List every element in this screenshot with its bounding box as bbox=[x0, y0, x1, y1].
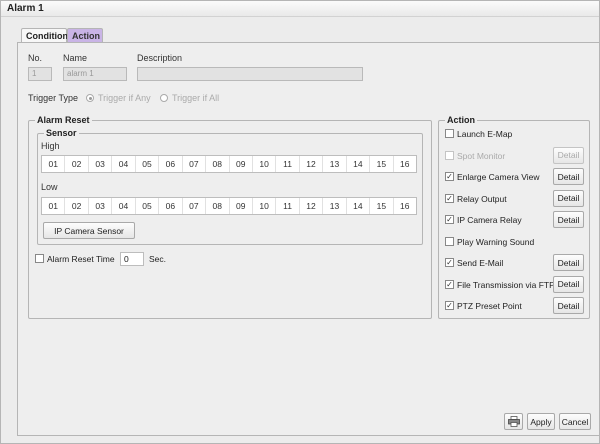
action-label-6: Play Warning Sound bbox=[457, 236, 535, 247]
high-sensor-12[interactable]: 12 bbox=[300, 156, 324, 172]
apply-button[interactable]: Apply bbox=[527, 413, 555, 430]
low-sensor-3[interactable]: 03 bbox=[89, 198, 113, 214]
tab-condition[interactable]: Condition bbox=[21, 28, 68, 43]
action-label-1: Launch E-Map bbox=[457, 129, 513, 139]
high-label: High bbox=[41, 141, 60, 151]
low-sensor-6[interactable]: 06 bbox=[159, 198, 183, 214]
low-sensor-1[interactable]: 01 bbox=[42, 198, 66, 214]
ip-camera-sensor-button[interactable]: IP Camera Sensor bbox=[43, 222, 135, 239]
printer-icon[interactable] bbox=[504, 413, 523, 430]
high-sensor-2[interactable]: 02 bbox=[65, 156, 89, 172]
low-sensor-2[interactable]: 02 bbox=[65, 198, 89, 214]
alarm-reset-time-unit: Sec. bbox=[149, 254, 167, 264]
action-label-4: Relay Output bbox=[457, 193, 507, 204]
low-sensor-12[interactable]: 12 bbox=[300, 198, 324, 214]
low-sensor-9[interactable]: 09 bbox=[230, 198, 253, 214]
action-label-7: Send E-Mail bbox=[457, 258, 504, 268]
detail-button-4[interactable]: Detail bbox=[553, 189, 584, 207]
detail-button-7[interactable]: Detail bbox=[553, 254, 584, 271]
action-checkbox-5[interactable]: ✓ bbox=[445, 215, 454, 224]
action-group: Action Launch E-Map Spot Monitor Detail ✓ En… bbox=[438, 115, 590, 319]
action-checkbox-1[interactable] bbox=[445, 129, 454, 138]
low-sensor-14[interactable]: 14 bbox=[347, 198, 371, 214]
high-sensor-3[interactable]: 03 bbox=[89, 156, 113, 172]
alarm-reset-time-input[interactable]: 0 bbox=[120, 252, 144, 266]
low-sensor-8[interactable]: 08 bbox=[206, 198, 230, 214]
high-sensor-7[interactable]: 07 bbox=[183, 156, 207, 172]
action-label-8: File Transmission via FTP bbox=[457, 279, 555, 290]
sensor-group: Sensor High 01 02 03 04 05 06 07 08 09 10 11 12 13 14… bbox=[37, 128, 423, 245]
low-label: Low bbox=[41, 182, 58, 192]
detail-button-3[interactable]: Detail bbox=[553, 168, 584, 185]
low-sensor-10[interactable]: 10 bbox=[253, 198, 277, 214]
low-sensor-11[interactable]: 11 bbox=[276, 198, 300, 214]
sensor-title: Sensor bbox=[44, 128, 79, 138]
trigger-all-radio[interactable] bbox=[160, 94, 168, 102]
description-field[interactable] bbox=[137, 67, 363, 81]
high-sensor-8[interactable]: 08 bbox=[206, 156, 230, 172]
action-label-2: Spot Monitor bbox=[457, 150, 506, 161]
tab-action[interactable]: Action bbox=[67, 28, 103, 43]
high-sensor-11[interactable]: 11 bbox=[276, 156, 300, 172]
low-sensor-13[interactable]: 13 bbox=[323, 198, 347, 214]
cancel-button[interactable]: Cancel bbox=[559, 413, 591, 430]
action-label-5: IP Camera Relay bbox=[457, 215, 522, 225]
detail-button-9[interactable]: Detail bbox=[553, 297, 584, 314]
alarm-reset-time-checkbox[interactable] bbox=[35, 254, 44, 263]
action-checkbox-2[interactable] bbox=[445, 150, 454, 160]
alarm-window: Alarm 1 Condition Action No. 1 Name alar… bbox=[0, 0, 600, 444]
printer-icon-glyph bbox=[507, 416, 520, 427]
action-checkbox-9[interactable]: ✓ bbox=[445, 301, 454, 310]
trigger-all-label: Trigger if All bbox=[172, 93, 220, 103]
window-title: Alarm 1 bbox=[7, 3, 44, 14]
high-sensor-1[interactable]: 01 bbox=[42, 156, 66, 172]
tab-panel: No. 1 Name alarm 1 Description Trigger T… bbox=[17, 42, 600, 436]
action-title: Action bbox=[445, 115, 477, 125]
trigger-any-radio[interactable] bbox=[86, 94, 94, 102]
action-checkbox-7[interactable]: ✓ bbox=[445, 258, 454, 267]
alarm-reset-time-label: Alarm Reset Time bbox=[47, 254, 115, 264]
high-sensor-5[interactable]: 05 bbox=[136, 156, 160, 172]
high-sensor-6[interactable]: 06 bbox=[159, 156, 183, 172]
low-sensor-4[interactable]: 04 bbox=[112, 198, 136, 214]
action-checkbox-6[interactable] bbox=[445, 236, 454, 246]
high-sensor-16[interactable]: 16 bbox=[394, 156, 416, 172]
high-sensor-4[interactable]: 04 bbox=[112, 156, 136, 172]
high-sensor-15[interactable]: 15 bbox=[370, 156, 394, 172]
high-sensor-row: 01 02 03 04 05 06 07 08 09 10 11 12 13 14 15 16 bbox=[41, 155, 417, 173]
alarm-reset-group: Alarm Reset Sensor High 01 02 03 04 05 06 07 08… bbox=[28, 115, 432, 319]
title-bar: Alarm 1 bbox=[1, 1, 599, 17]
name-label: Name bbox=[63, 53, 88, 63]
detail-button-5[interactable]: Detail bbox=[553, 211, 584, 228]
detail-button-2[interactable]: Detail bbox=[553, 146, 584, 164]
action-label-3: Enlarge Camera View bbox=[457, 172, 540, 182]
high-sensor-14[interactable]: 14 bbox=[347, 156, 371, 172]
action-checkbox-8[interactable]: ✓ bbox=[445, 279, 454, 289]
alarm-reset-title: Alarm Reset bbox=[35, 115, 92, 125]
low-sensor-5[interactable]: 05 bbox=[136, 198, 160, 214]
trigger-any-label: Trigger if Any bbox=[98, 93, 151, 103]
low-sensor-row: 01 02 03 04 05 06 07 08 09 10 11 12 13 14 15 16 bbox=[41, 197, 417, 215]
high-sensor-9[interactable]: 09 bbox=[230, 156, 253, 172]
no-field: 1 bbox=[28, 67, 52, 81]
no-label: No. bbox=[28, 53, 43, 63]
low-sensor-7[interactable]: 07 bbox=[183, 198, 207, 214]
action-label-9: PTZ Preset Point bbox=[457, 301, 522, 311]
name-field[interactable]: alarm 1 bbox=[63, 67, 127, 81]
description-label: Description bbox=[137, 53, 183, 63]
action-checkbox-4[interactable]: ✓ bbox=[445, 193, 454, 203]
high-sensor-10[interactable]: 10 bbox=[253, 156, 277, 172]
low-sensor-15[interactable]: 15 bbox=[370, 198, 394, 214]
low-sensor-16[interactable]: 16 bbox=[394, 198, 416, 214]
high-sensor-13[interactable]: 13 bbox=[323, 156, 347, 172]
detail-button-8[interactable]: Detail bbox=[553, 275, 584, 293]
action-checkbox-3[interactable]: ✓ bbox=[445, 172, 454, 181]
trigger-type-label: Trigger Type bbox=[28, 93, 79, 103]
